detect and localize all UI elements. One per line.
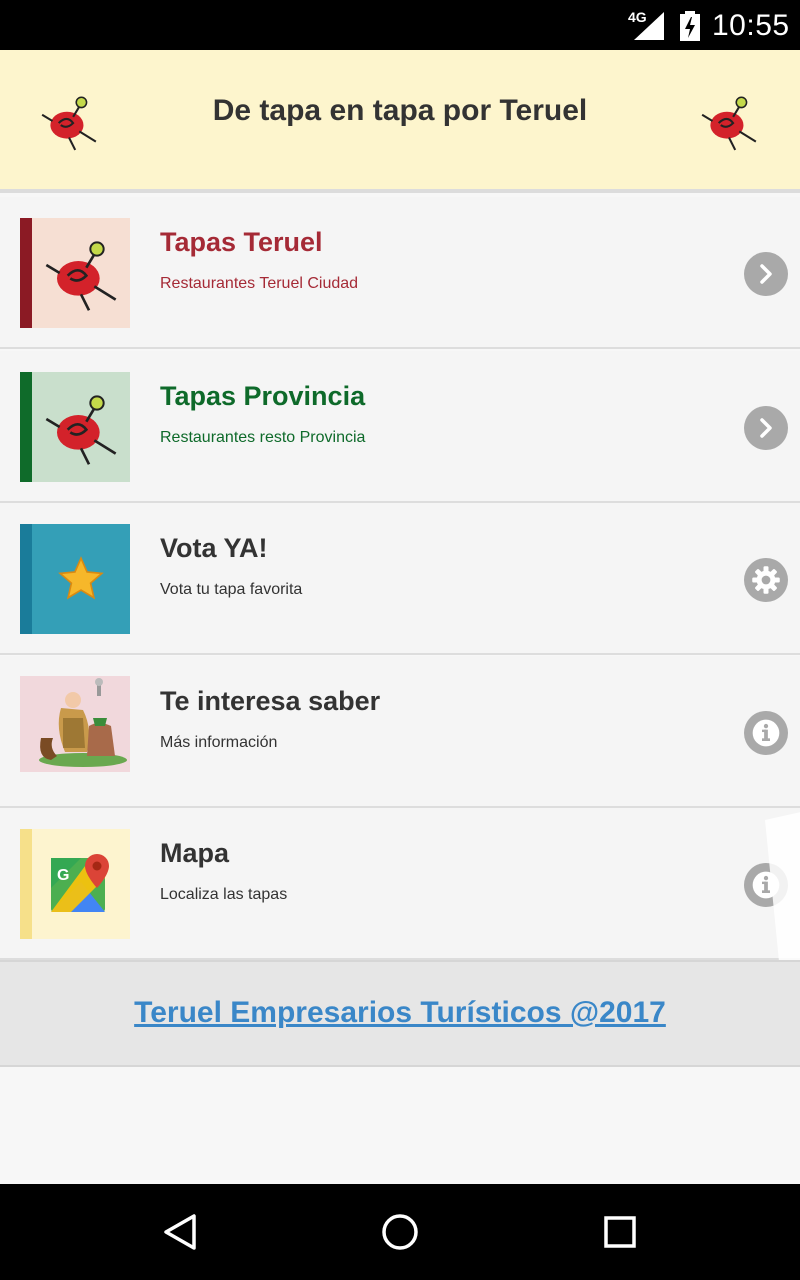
menu-item-subtitle: Restaurantes Teruel Ciudad [160, 275, 359, 292]
footer-link[interactable]: Teruel Empresarios Turísticos @2017 [0, 996, 800, 1030]
tapas-logo-icon [32, 372, 130, 482]
accent-bar [20, 524, 32, 634]
thumbnail [20, 524, 130, 634]
svg-text:G: G [57, 867, 69, 884]
footer: Teruel Empresarios Turísticos @2017 [0, 960, 800, 1067]
chevron-right-icon[interactable] [744, 406, 788, 450]
accent-bar [20, 218, 32, 328]
star-icon [32, 524, 130, 634]
home-icon[interactable] [380, 1212, 420, 1252]
signal-icon [634, 12, 664, 40]
menu-item-title: Tapas Teruel [160, 227, 323, 257]
menu-item-subtitle: Vota tu tapa favorita [160, 581, 303, 598]
clock: 10:55 [712, 9, 790, 42]
menu-item-title: Mapa [160, 838, 230, 868]
battery-charging-icon [680, 11, 700, 41]
cartoon-illustration-icon [32, 676, 130, 772]
menu-item-tapas-provincia[interactable]: Tapas Provincia Restaurantes resto Provi… [0, 351, 800, 503]
system-nav-bar [0, 1184, 800, 1280]
menu-item-subtitle: Más información [160, 734, 278, 751]
menu-item-subtitle: Restaurantes resto Provincia [160, 429, 366, 446]
app-header: De tapa en tapa por Teruel [0, 50, 800, 193]
gear-icon[interactable] [744, 558, 788, 602]
thumbnail [20, 676, 130, 772]
menu-item-title: Vota YA! [160, 533, 268, 563]
menu-item-title: Tapas Provincia [160, 381, 366, 411]
accent-bar [20, 372, 32, 482]
menu-item-te-interesa-saber[interactable]: Te interesa saber Más información [0, 656, 800, 808]
menu-item-tapas-teruel[interactable]: Tapas Teruel Restaurantes Teruel Ciudad [0, 197, 800, 349]
app-logo-icon [701, 96, 757, 151]
menu-item-vota-ya[interactable]: Vota YA! Vota tu tapa favorita [0, 503, 800, 655]
page-title: De tapa en tapa por Teruel [212, 94, 588, 127]
thumbnail [20, 218, 130, 328]
accent-bar [20, 676, 32, 772]
accent-bar [20, 829, 32, 939]
menu-item-title: Te interesa saber [160, 686, 381, 716]
info-icon[interactable] [744, 711, 788, 755]
thumbnail [20, 372, 130, 482]
status-bar: 4G 10:55 [0, 0, 800, 50]
thumbnail: G [20, 829, 130, 939]
chevron-right-icon[interactable] [744, 252, 788, 296]
tapas-logo-icon [32, 218, 130, 328]
recents-icon[interactable] [600, 1212, 640, 1252]
menu-item-mapa[interactable]: G Mapa Localiza las tapas [0, 808, 800, 960]
back-icon[interactable] [160, 1212, 200, 1252]
google-maps-icon: G [32, 829, 130, 939]
menu-item-subtitle: Localiza las tapas [160, 886, 288, 903]
